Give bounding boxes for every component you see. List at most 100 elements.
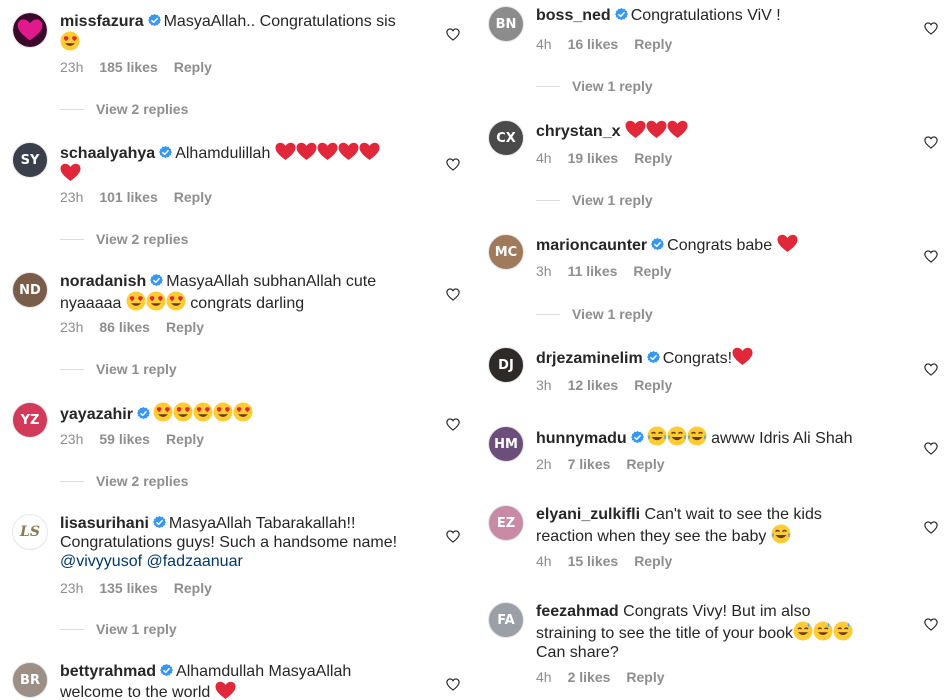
view-replies-button[interactable]: View 1 reply xyxy=(60,621,177,637)
reply-button[interactable]: Reply xyxy=(174,580,212,596)
reply-button[interactable]: Reply xyxy=(626,669,664,685)
avatar-initials: SY xyxy=(20,152,40,168)
comment-text: reaction when they see the baby xyxy=(536,528,771,545)
view-replies-label: View 1 reply xyxy=(572,78,653,94)
comment-body: schaalyahya Alhamdulillah xyxy=(60,142,430,184)
like-heart-icon[interactable] xyxy=(446,678,460,691)
comment-line: hunnymadu awww Idris Ali Shah xyxy=(536,426,908,448)
comment-username[interactable]: chrystan_x xyxy=(536,123,621,140)
avatar[interactable]: BN xyxy=(488,6,524,42)
reply-button[interactable]: Reply xyxy=(634,36,672,52)
comment-username[interactable]: noradanish xyxy=(60,273,146,290)
avatar[interactable]: YZ xyxy=(12,402,48,438)
comment-likes[interactable]: 59 likes xyxy=(99,431,150,447)
comment-username[interactable]: marioncaunter xyxy=(536,237,647,254)
avatar[interactable]: CX xyxy=(488,120,524,156)
avatar[interactable]: SY xyxy=(12,142,48,178)
like-heart-icon[interactable] xyxy=(924,22,938,35)
like-heart-icon[interactable] xyxy=(446,288,460,301)
like-heart-icon[interactable] xyxy=(924,363,938,376)
view-replies-label: View 1 reply xyxy=(572,306,653,322)
comment-likes[interactable]: 86 likes xyxy=(99,319,150,335)
comment-likes[interactable]: 12 likes xyxy=(568,377,619,393)
view-replies-button[interactable]: View 1 reply xyxy=(536,78,653,94)
view-replies-label: View 2 replies xyxy=(96,101,189,117)
avatar[interactable]: HM xyxy=(488,426,524,462)
comment-username[interactable]: bettyrahmad xyxy=(60,663,156,680)
comment-line: Congratulations guys! Such a handsome na… xyxy=(60,533,430,552)
avatar[interactable] xyxy=(12,12,48,48)
comment-time[interactable]: 3h xyxy=(536,377,552,393)
comment-username[interactable]: boss_ned xyxy=(536,7,611,24)
comment-time[interactable]: 4h xyxy=(536,553,552,569)
reply-button[interactable]: Reply xyxy=(634,553,672,569)
view-replies-button[interactable]: View 2 replies xyxy=(60,231,188,247)
comment-time[interactable]: 3h xyxy=(536,263,552,279)
comment-likes[interactable]: 19 likes xyxy=(568,150,619,166)
verified-badge-icon xyxy=(160,664,174,677)
verified-badge-icon xyxy=(646,351,660,364)
comment-username[interactable]: lisasurihani xyxy=(60,515,149,532)
reply-button[interactable]: Reply xyxy=(634,150,672,166)
comment-username[interactable]: elyani_zulkifli xyxy=(536,506,640,523)
like-heart-icon[interactable] xyxy=(446,530,460,543)
like-heart-icon[interactable] xyxy=(924,250,938,263)
comment-time[interactable]: 23h xyxy=(60,580,83,596)
avatar[interactable]: BR xyxy=(12,662,48,698)
mention-links[interactable]: @vivyyusof @fadzaanuar xyxy=(60,553,243,570)
reply-button[interactable]: Reply xyxy=(174,189,212,205)
comment-username[interactable]: missfazura xyxy=(60,13,144,30)
comment-time[interactable]: 23h xyxy=(60,189,83,205)
comment-time[interactable]: 23h xyxy=(60,319,83,335)
comment-username[interactable]: drjezaminelim xyxy=(536,350,643,367)
comment-likes[interactable]: 11 likes xyxy=(568,263,618,279)
reply-button[interactable]: Reply xyxy=(166,319,204,335)
view-replies-button[interactable]: View 2 replies xyxy=(60,473,188,489)
comment-line: elyani_zulkifli Can't wait to see the ki… xyxy=(536,505,908,524)
avatar[interactable]: LS xyxy=(12,514,48,550)
comment-time[interactable]: 2h xyxy=(536,456,552,472)
like-heart-icon[interactable] xyxy=(924,618,938,631)
comment-time[interactable]: 23h xyxy=(60,431,83,447)
avatar[interactable]: DJ xyxy=(488,347,524,383)
avatar[interactable]: ND xyxy=(12,272,48,308)
comment-likes[interactable]: 7 likes xyxy=(568,456,611,472)
avatar[interactable]: MC xyxy=(488,234,524,270)
heart-eyes-emoji xyxy=(146,291,166,311)
reply-button[interactable]: Reply xyxy=(166,431,204,447)
heart-eyes-emoji xyxy=(60,31,80,51)
comment-username[interactable]: feezahmad xyxy=(536,603,619,620)
verified-badge-icon xyxy=(150,274,164,287)
comment-username[interactable]: hunnymadu xyxy=(536,430,627,447)
reply-button[interactable]: Reply xyxy=(633,263,671,279)
comment-username[interactable]: schaalyahya xyxy=(60,145,155,162)
comment-time[interactable]: 23h xyxy=(60,59,83,75)
comment-likes[interactable]: 15 likes xyxy=(568,553,619,569)
comment-likes[interactable]: 101 likes xyxy=(99,189,157,205)
comment-time[interactable]: 4h xyxy=(536,669,552,685)
comment-likes[interactable]: 135 likes xyxy=(99,580,157,596)
reply-button[interactable]: Reply xyxy=(174,59,212,75)
like-heart-icon[interactable] xyxy=(446,418,460,431)
comment-username[interactable]: yayazahir xyxy=(60,406,133,423)
like-heart-icon[interactable] xyxy=(924,136,938,149)
comment-time[interactable]: 4h xyxy=(536,36,552,52)
like-heart-icon[interactable] xyxy=(446,158,460,171)
verified-badge-icon xyxy=(136,407,150,420)
reply-button[interactable]: Reply xyxy=(634,377,672,393)
comment-time[interactable]: 4h xyxy=(536,150,552,166)
like-heart-icon[interactable] xyxy=(924,521,938,534)
view-replies-button[interactable]: View 1 reply xyxy=(536,192,653,208)
avatar[interactable]: FA xyxy=(488,602,524,638)
view-replies-button[interactable]: View 1 reply xyxy=(60,361,177,377)
reply-button[interactable]: Reply xyxy=(626,456,664,472)
avatar[interactable]: EZ xyxy=(488,505,524,541)
view-replies-label: View 2 replies xyxy=(96,231,189,247)
like-heart-icon[interactable] xyxy=(924,442,938,455)
comment-likes[interactable]: 185 likes xyxy=(99,59,157,75)
comment-likes[interactable]: 16 likes xyxy=(568,36,619,52)
view-replies-button[interactable]: View 1 reply xyxy=(536,306,653,322)
view-replies-button[interactable]: View 2 replies xyxy=(60,101,188,117)
like-heart-icon[interactable] xyxy=(446,28,460,41)
comment-likes[interactable]: 2 likes xyxy=(568,669,611,685)
